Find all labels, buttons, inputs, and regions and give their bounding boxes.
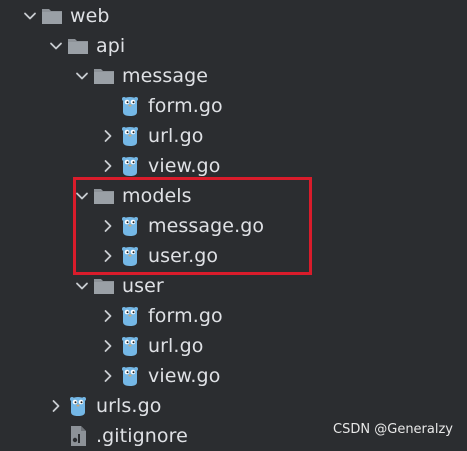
go-file-icon bbox=[118, 151, 142, 181]
go-file-icon bbox=[118, 211, 142, 241]
chevron-down-icon[interactable] bbox=[72, 271, 92, 301]
tree-item-message-go[interactable]: message.go bbox=[0, 211, 467, 241]
tree-item-api[interactable]: api bbox=[0, 31, 467, 61]
chevron-right-icon[interactable] bbox=[98, 301, 118, 331]
tree-item-label: user bbox=[122, 275, 164, 297]
chevron-down-icon[interactable] bbox=[72, 61, 92, 91]
tree-item-label: models bbox=[122, 185, 192, 207]
tree-item-form-go[interactable]: form.go bbox=[0, 91, 467, 121]
tree-item-label: message bbox=[122, 65, 209, 87]
folder-icon bbox=[92, 271, 116, 301]
tree-item-form-go[interactable]: form.go bbox=[0, 301, 467, 331]
tree-item-label: form.go bbox=[148, 95, 223, 117]
tree-item-label: api bbox=[96, 35, 126, 57]
folder-icon bbox=[40, 1, 64, 31]
go-file-icon bbox=[66, 391, 90, 421]
chevron-right-icon[interactable] bbox=[98, 361, 118, 391]
tree-item-web[interactable]: web bbox=[0, 1, 467, 31]
tree-item-url-go[interactable]: url.go bbox=[0, 331, 467, 361]
go-file-icon bbox=[118, 301, 142, 331]
chevron-down-icon[interactable] bbox=[20, 1, 40, 31]
tree-item-label: web bbox=[70, 5, 110, 27]
watermark: CSDN @Generalzy bbox=[333, 422, 453, 437]
tree-item-user-go[interactable]: user.go bbox=[0, 241, 467, 271]
chevron-right-icon[interactable] bbox=[98, 211, 118, 241]
folder-icon bbox=[92, 181, 116, 211]
tree-item-view-go[interactable]: view.go bbox=[0, 151, 467, 181]
go-file-icon bbox=[118, 361, 142, 391]
tree-item-label: view.go bbox=[148, 365, 221, 387]
tree-item-label: url.go bbox=[148, 125, 204, 147]
tree-item-label: form.go bbox=[148, 305, 223, 327]
chevron-right-icon[interactable] bbox=[46, 391, 66, 421]
chevron-right-icon[interactable] bbox=[98, 331, 118, 361]
tree-item-user[interactable]: user bbox=[0, 271, 467, 301]
go-file-icon bbox=[118, 121, 142, 151]
chevron-right-icon[interactable] bbox=[98, 151, 118, 181]
go-file-icon bbox=[118, 241, 142, 271]
tree-item-label: message.go bbox=[148, 215, 265, 237]
chevron-right-icon[interactable] bbox=[98, 121, 118, 151]
chevron-right-icon[interactable] bbox=[98, 241, 118, 271]
tree-item-view-go[interactable]: view.go bbox=[0, 361, 467, 391]
tree-item-label: urls.go bbox=[96, 395, 162, 417]
project-tree: web api message form.go url.go view.go models m… bbox=[0, 0, 467, 447]
tree-item-label: user.go bbox=[148, 245, 219, 267]
chevron-down-icon[interactable] bbox=[46, 31, 66, 61]
tree-item-models[interactable]: models bbox=[0, 181, 467, 211]
go-file-icon bbox=[118, 331, 142, 361]
folder-icon bbox=[92, 61, 116, 91]
tree-item-label: view.go bbox=[148, 155, 221, 177]
tree-item-url-go[interactable]: url.go bbox=[0, 121, 467, 151]
tree-item-message[interactable]: message bbox=[0, 61, 467, 91]
go-file-icon bbox=[118, 91, 142, 121]
chevron-down-icon[interactable] bbox=[72, 181, 92, 211]
folder-icon bbox=[66, 31, 90, 61]
tree-item-label: url.go bbox=[148, 335, 204, 357]
tree-item-urls-go[interactable]: urls.go bbox=[0, 391, 467, 421]
